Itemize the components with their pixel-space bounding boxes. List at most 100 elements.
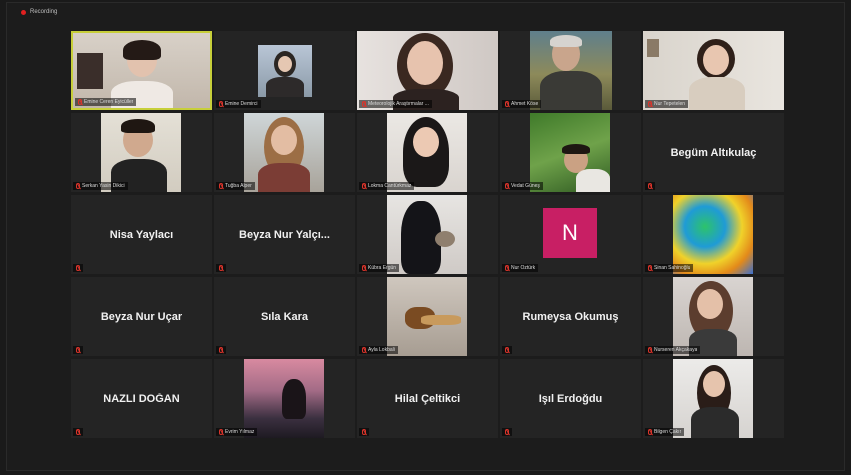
- participant-body: [576, 169, 610, 192]
- muted-mic-icon: [362, 183, 366, 189]
- muted-mic-icon: [505, 101, 509, 107]
- participant-face: [413, 127, 439, 157]
- participant-face: [703, 371, 725, 397]
- participant-tile[interactable]: Ayla Lokbali: [357, 277, 498, 356]
- participant-display-name: NAZLI DOĞAN: [103, 392, 180, 405]
- participant-display-name: Beyza Nur Yalçı...: [239, 228, 330, 241]
- muted-mic-icon: [505, 265, 509, 271]
- participant-face: [278, 56, 292, 72]
- participant-hair: [550, 35, 582, 47]
- participant-caption: Nur Tepetelen: [645, 100, 689, 108]
- participant-tile[interactable]: Işıl Erdoğdu: [500, 359, 641, 438]
- participant-body: [540, 71, 602, 110]
- muted-mic-icon: [219, 101, 223, 107]
- participant-tile[interactable]: Meteorolojik Araştırmalar ...: [357, 31, 498, 110]
- participant-caption: Bilgen Çakır: [645, 428, 685, 436]
- participant-face: [407, 41, 443, 85]
- participant-display-name: Hilal Çeltikci: [394, 392, 461, 405]
- participant-hair: [562, 144, 590, 154]
- participant-face: [703, 45, 729, 75]
- participant-hair: [123, 40, 161, 60]
- participant-tile[interactable]: Emine Ceren Eyicüller: [71, 31, 212, 110]
- gallery-grid: Emine Ceren Eyicüller Emine Demirci Mete…: [71, 31, 784, 438]
- participant-face: [271, 125, 297, 155]
- recording-dot-icon: [21, 9, 26, 15]
- participant-face: [697, 289, 723, 319]
- muted-mic-icon: [648, 101, 652, 107]
- muted-mic-icon: [648, 183, 652, 189]
- participant-caption: [73, 264, 83, 272]
- participant-caption: Nur Öztürk: [502, 264, 539, 272]
- muted-mic-icon: [76, 183, 80, 189]
- muted-mic-icon: [648, 429, 652, 435]
- participant-body: [689, 77, 745, 110]
- participant-caption: Ayla Lokbali: [359, 346, 398, 354]
- participant-caption: [502, 428, 512, 436]
- participant-tile[interactable]: Sinan Sahinoğlu: [643, 195, 784, 274]
- video-feed-weather-map: [673, 195, 753, 274]
- participant-hair: [121, 119, 155, 133]
- recording-indicator: Recording: [21, 9, 57, 15]
- participant-tile[interactable]: Sıla Kara: [214, 277, 355, 356]
- participant-tile[interactable]: Emine Demirci: [214, 31, 355, 110]
- participant-tile[interactable]: NAZLI DOĞAN: [71, 359, 212, 438]
- muted-mic-icon: [648, 347, 652, 353]
- participant-caption: [359, 428, 369, 436]
- background-frame: [647, 39, 659, 57]
- participant-display-name: Rumeysa Okumuş: [522, 310, 619, 323]
- participant-tile[interactable]: Hilal Çeltikci: [357, 359, 498, 438]
- participant-tile[interactable]: Beyza Nur Yalçı...: [214, 195, 355, 274]
- participant-caption: Evrim Yılmaz: [216, 428, 258, 436]
- muted-mic-icon: [76, 265, 80, 271]
- participant-display-name: Sıla Kara: [260, 310, 309, 323]
- participant-tile[interactable]: Beyza Nur Uçar: [71, 277, 212, 356]
- participant-tile[interactable]: Nurseren Akçakaya: [643, 277, 784, 356]
- recording-label: Recording: [30, 9, 58, 15]
- muted-mic-icon: [219, 265, 223, 271]
- muted-mic-icon: [362, 347, 366, 353]
- participant-silhouette: [282, 379, 306, 419]
- muted-mic-icon: [78, 99, 82, 105]
- participant-tile[interactable]: Serkan Yasin Dikici: [71, 113, 212, 192]
- muted-mic-icon: [505, 347, 509, 353]
- participant-caption: Emine Demirci: [216, 100, 261, 108]
- participant-caption: Meteorolojik Araştırmalar ...: [359, 100, 432, 108]
- participant-tile[interactable]: Nur Tepetelen: [643, 31, 784, 110]
- muted-mic-icon: [505, 183, 509, 189]
- participant-display-name: Işıl Erdoğdu: [538, 392, 603, 405]
- participant-caption: Nurseren Akçakaya: [645, 346, 701, 354]
- participant-caption: [73, 428, 83, 436]
- participant-caption: Ahmet Köse: [502, 100, 542, 108]
- participant-caption: Sinan Sahinoğlu: [645, 264, 694, 272]
- participant-caption: Vedat Güneş: [502, 182, 543, 190]
- participant-caption: [216, 264, 226, 272]
- participant-tile[interactable]: Bilgen Çakır: [643, 359, 784, 438]
- participant-tile[interactable]: N Nur Öztürk: [500, 195, 641, 274]
- muted-mic-icon: [648, 265, 652, 271]
- muted-mic-icon: [76, 347, 80, 353]
- muted-mic-icon: [362, 265, 366, 271]
- participant-tile[interactable]: Begüm Altıkulaç: [643, 113, 784, 192]
- participant-tile[interactable]: Vedat Güneş: [500, 113, 641, 192]
- participant-caption: Lokma Cantürkmaz: [359, 182, 415, 190]
- muted-mic-icon: [219, 429, 223, 435]
- muted-mic-icon: [219, 183, 223, 189]
- participant-caption: Serkan Yasin Dikici: [73, 182, 128, 190]
- participant-avatar: N: [543, 208, 597, 258]
- participant-display-name: Beyza Nur Uçar: [100, 310, 183, 323]
- participant-caption: [73, 346, 83, 354]
- participant-tile[interactable]: Rumeysa Okumuş: [500, 277, 641, 356]
- participant-tile[interactable]: Lokma Cantürkmaz: [357, 113, 498, 192]
- participant-tile[interactable]: Nisa Yaylacı: [71, 195, 212, 274]
- participant-body: [258, 163, 310, 192]
- participant-caption: Emine Ceren Eyicüller: [75, 98, 137, 106]
- muted-mic-icon: [219, 347, 223, 353]
- muted-mic-icon: [505, 429, 509, 435]
- participant-tile[interactable]: Kübra Ergün: [357, 195, 498, 274]
- participant-tile[interactable]: Ahmet Köse: [500, 31, 641, 110]
- participant-tile[interactable]: Evrim Yılmaz: [214, 359, 355, 438]
- participant-caption: [645, 182, 655, 190]
- participant-tile[interactable]: Tuğba Alper: [214, 113, 355, 192]
- background-object: [77, 53, 103, 89]
- participant-caption: [502, 346, 512, 354]
